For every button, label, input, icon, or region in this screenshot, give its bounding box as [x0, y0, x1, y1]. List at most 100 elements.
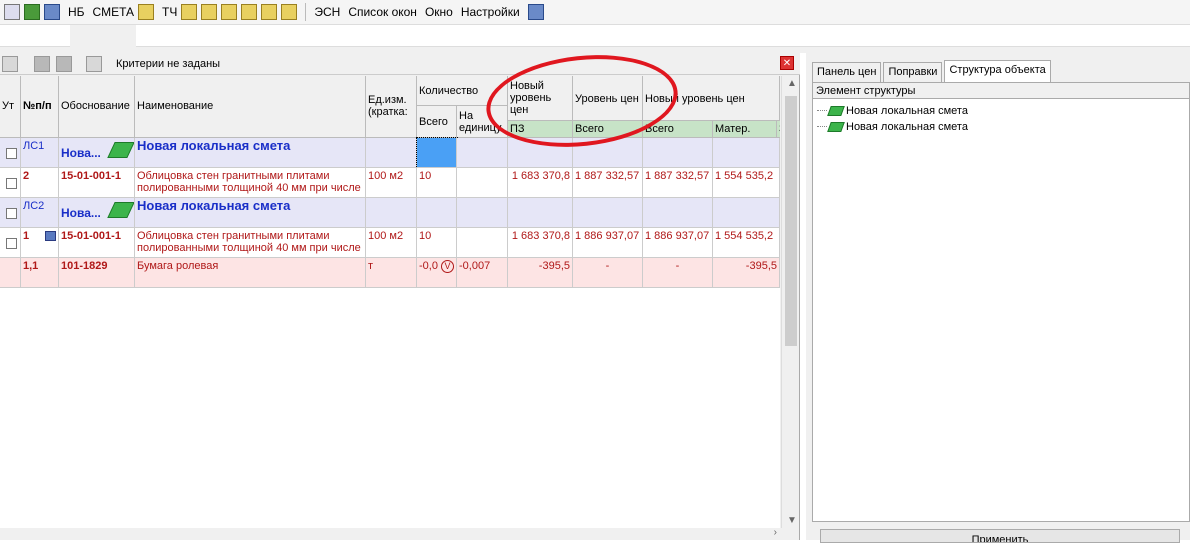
checklist2-icon[interactable] — [281, 4, 298, 20]
vertical-scrollbar[interactable]: ▲ ▼ — [781, 76, 799, 528]
tch-menu[interactable]: ТЧ — [162, 5, 177, 19]
filter-doc-icon[interactable] — [86, 55, 102, 72]
qty-text: -0,0 — [419, 260, 438, 272]
list-indent-icon[interactable] — [527, 4, 544, 20]
scroll-right-icon[interactable]: › — [774, 527, 777, 538]
save-icon[interactable] — [44, 4, 60, 20]
num-cell: ЛС1 — [21, 138, 59, 168]
ut-cell[interactable] — [0, 168, 21, 198]
scroll-up-icon[interactable]: ▲ — [787, 78, 797, 89]
basis-cell: 101-1829 — [59, 258, 135, 288]
qty-unit-cell[interactable] — [457, 168, 508, 198]
new-total-cell — [643, 138, 713, 168]
header-num[interactable]: №п/п — [21, 76, 59, 138]
excel-icon[interactable] — [24, 4, 40, 20]
tree-item-label: Новая локальная смета — [846, 120, 968, 133]
move-down-icon[interactable] — [56, 55, 72, 72]
scroll-down-icon[interactable]: ▼ — [787, 515, 797, 526]
mater-cell — [713, 138, 780, 168]
move-up-icon[interactable] — [34, 55, 50, 72]
checklist-icon[interactable] — [261, 4, 278, 20]
new-total-cell: 1 886 937,07 — [643, 228, 713, 258]
tree-item[interactable]: Новая локальная смета — [817, 119, 968, 134]
unit-cell — [366, 138, 417, 168]
hammer-icon[interactable] — [138, 4, 155, 20]
scroll-thumb[interactable] — [785, 96, 797, 346]
windows-list-menu[interactable]: Список окон — [348, 5, 417, 19]
total-cell: 1 886 937,07 — [573, 228, 643, 258]
pz-cell — [508, 198, 573, 228]
smeta-menu[interactable]: СМЕТА — [93, 5, 134, 19]
pr-icon[interactable] — [241, 4, 258, 20]
qty-cell-selected[interactable] — [416, 137, 458, 169]
table-row-pos1[interactable]: 1 15-01-001-1 Облицовка стен гранитными … — [0, 228, 780, 258]
basis-cell: Нова... — [59, 138, 135, 168]
grid-view-icon[interactable] — [2, 55, 18, 72]
qty-cell[interactable]: 10 — [417, 228, 457, 258]
header-qty-total[interactable]: Всего — [417, 106, 457, 138]
qty-cell[interactable] — [417, 198, 457, 228]
name-cell: Новая локальная смета — [135, 138, 366, 168]
settings-menu[interactable]: Настройки — [461, 5, 520, 19]
row-checkbox[interactable] — [6, 178, 17, 189]
close-icon[interactable]: ✕ — [780, 56, 794, 70]
row-checkbox[interactable] — [6, 238, 17, 249]
qty-cell[interactable]: -0,0 V — [417, 258, 457, 288]
header-basis[interactable]: Обоснование — [59, 76, 135, 138]
row-checkbox[interactable] — [6, 208, 17, 219]
r-icon[interactable] — [221, 4, 238, 20]
estimate-book-icon — [107, 202, 134, 218]
row-checkbox[interactable] — [6, 148, 17, 159]
horizontal-scrollbar[interactable]: › — [0, 527, 781, 540]
document-tab[interactable] — [70, 25, 136, 47]
right-tabs: Панель цен Поправки Структура объекта — [812, 60, 1053, 82]
basis-text: Нова... — [61, 206, 101, 220]
name-cell: Бумага ролевая — [135, 258, 366, 288]
unit-cell: 100 м2 — [366, 168, 417, 198]
estimate-book-icon — [107, 142, 134, 158]
mater-cell: 1 554 535,2 — [713, 168, 780, 198]
apply-button[interactable]: Применить — [820, 529, 1180, 543]
tab-price-panel[interactable]: Панель цен — [812, 62, 882, 82]
header-unit[interactable]: Ед.изм. (кратка: — [366, 76, 417, 138]
num-cell: 2 — [21, 168, 59, 198]
ls-icon[interactable] — [201, 4, 218, 20]
name-cell: Облицовка стен гранитными плитами полиро… — [135, 168, 366, 198]
sub-toolbar — [0, 25, 1190, 47]
mater-cell — [713, 198, 780, 228]
basis-cell: Нова... — [59, 198, 135, 228]
esn-menu[interactable]: ЭСН — [314, 5, 340, 19]
table-row-pos2[interactable]: 2 15-01-001-1 Облицовка стен гранитными … — [0, 168, 780, 198]
building-icon — [45, 231, 56, 241]
estimate-panel: Критерии не заданы ✕ Ут №п/п Обоснование… — [0, 53, 800, 540]
total-cell — [573, 198, 643, 228]
basis-cell: 15-01-001-1 — [59, 168, 135, 198]
ut-cell[interactable] — [0, 198, 21, 228]
qty-cell[interactable]: 10 — [417, 168, 457, 198]
table-row-ls2[interactable]: ЛС2 Нова... Новая локальная смета — [0, 198, 780, 228]
tab-corrections[interactable]: Поправки — [883, 62, 943, 82]
header-mater[interactable]: Матер. — [713, 121, 777, 138]
tree-item-label: Новая локальная смета — [846, 104, 968, 117]
header-ut[interactable]: Ут — [0, 76, 21, 138]
ps-icon[interactable] — [181, 4, 198, 20]
qty-unit-cell[interactable] — [457, 228, 508, 258]
table-row-mat[interactable]: 1,1 101-1829 Бумага ролевая т -0,0 V -0,0… — [0, 258, 780, 288]
num-text: 1 — [23, 230, 30, 242]
qty-unit-cell[interactable]: -0,007 — [457, 258, 508, 288]
main-toolbar: НБ СМЕТА ТЧ ЭСН Список окон Окно Настрой… — [0, 0, 1190, 25]
estimate-grid: Ут №п/п Обоснование Наименование Ед.изм.… — [0, 76, 780, 528]
document-icon[interactable] — [4, 4, 20, 20]
ut-cell[interactable] — [0, 228, 21, 258]
header-z[interactable]: З — [777, 121, 780, 138]
basis-cell: 15-01-001-1 — [59, 228, 135, 258]
nb-menu[interactable]: НБ — [68, 5, 85, 19]
window-menu[interactable]: Окно — [425, 5, 453, 19]
table-row-ls1[interactable]: ЛС1 Нова... Новая локальная смета — [0, 137, 780, 169]
header-name[interactable]: Наименование — [135, 76, 366, 138]
v-circle-icon: V — [441, 260, 454, 273]
ut-cell[interactable] — [0, 138, 21, 168]
ut-cell — [0, 258, 21, 288]
tree-item[interactable]: Новая локальная смета — [817, 103, 968, 118]
tab-object-structure[interactable]: Структура объекта — [944, 60, 1051, 82]
